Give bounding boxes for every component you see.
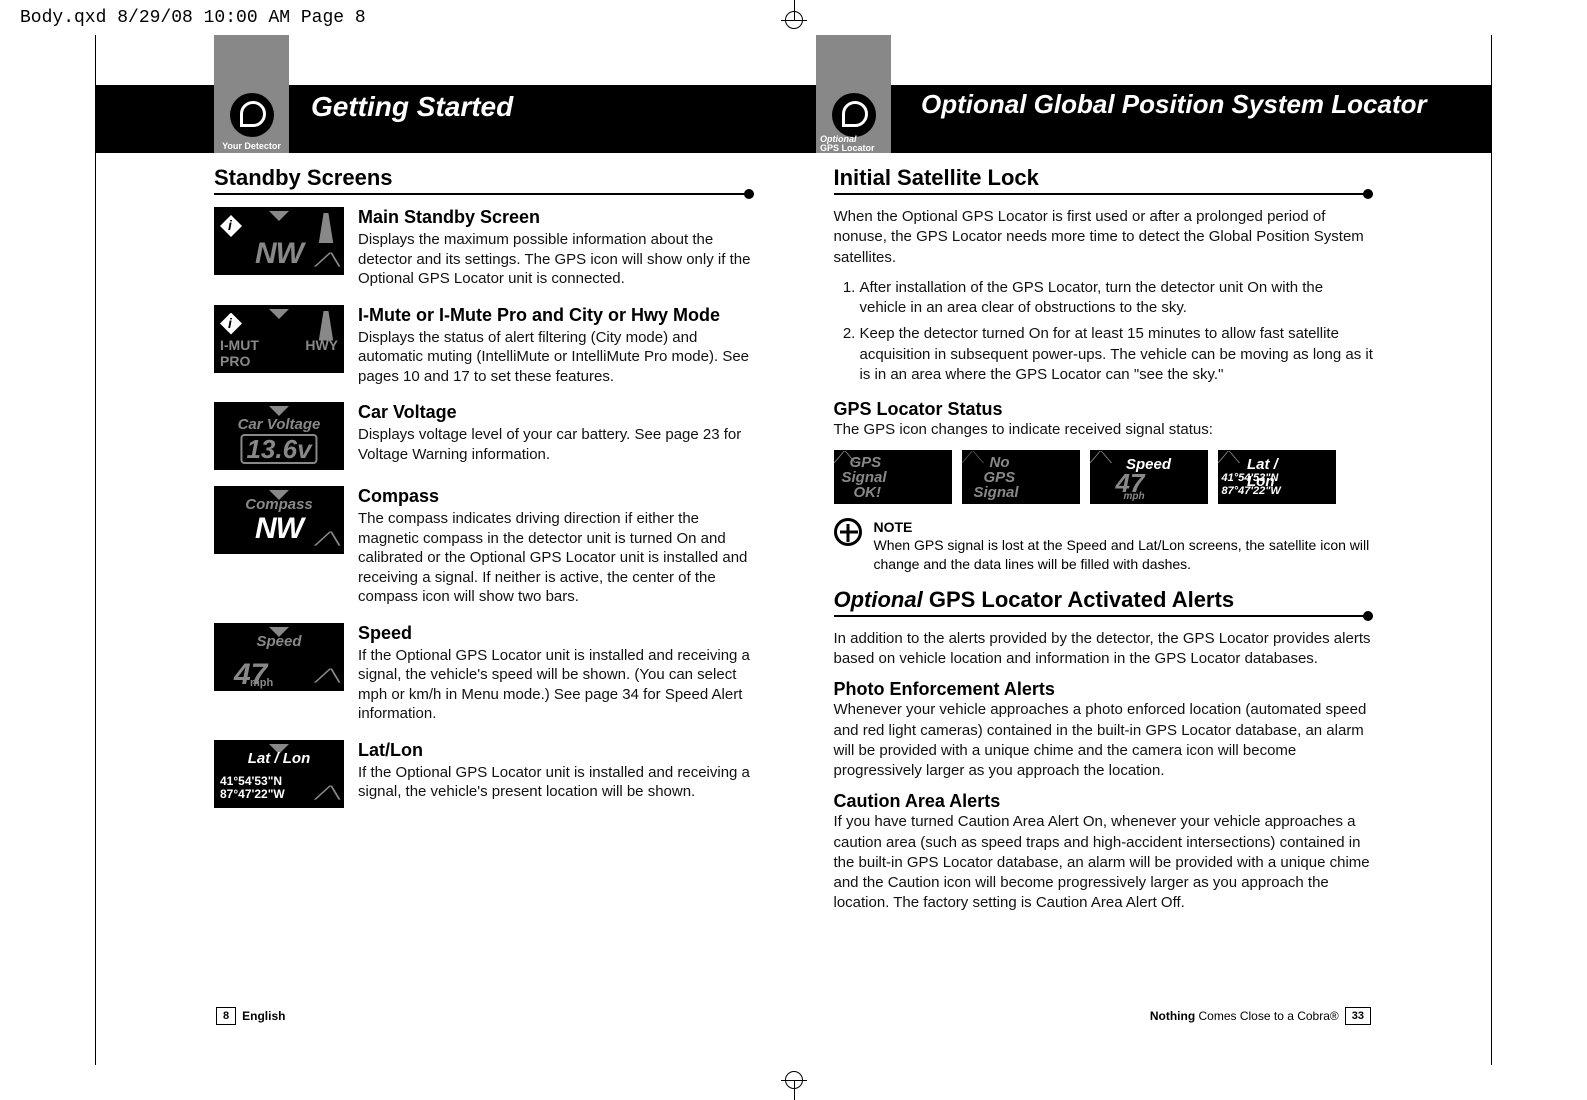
right-chapter-tab: OptionalGPS Locator bbox=[816, 35, 891, 153]
photo-enforcement-heading: Photo Enforcement Alerts bbox=[834, 679, 1374, 700]
note-block: NOTE When GPS signal is lost at the Spee… bbox=[834, 518, 1374, 573]
gps-status-screens: GPS Signal OK! ⟋⟍ No GPS Signal ⟋⟍ Speed… bbox=[834, 450, 1374, 504]
imute-lcd: I-MUT PRO HWY bbox=[214, 305, 344, 373]
latlon-item: Lat / Lon 41°54'53"N87°47'22"W ⟋⟍ Lat/Lo… bbox=[214, 740, 754, 808]
caution-area-heading: Caution Area Alerts bbox=[834, 791, 1374, 812]
voltage-hdr: Car Voltage bbox=[214, 416, 344, 433]
crop-mark-bottom bbox=[764, 1070, 824, 1100]
voltage-item: Car Voltage 13.6v Car Voltage Displays v… bbox=[214, 402, 754, 470]
imut-label: I-MUT bbox=[220, 337, 259, 353]
page-number-right: 33 bbox=[1345, 1007, 1371, 1025]
activated-alerts-heading: Optional GPS Locator Activated Alerts bbox=[834, 587, 1374, 617]
left-chapter-title: Getting Started bbox=[311, 91, 513, 123]
step-2: Keep the detector turned On for at least… bbox=[860, 324, 1374, 385]
latlon-lcd: Lat / Lon 41°54'53"N87°47'22"W ⟋⟍ bbox=[214, 740, 344, 808]
footer-left: 8 English bbox=[216, 1007, 285, 1025]
down-arrow-icon bbox=[269, 406, 289, 416]
latlon-coords: 41°54'53"N87°47'22"W bbox=[220, 775, 285, 801]
latlon-title: Lat/Lon bbox=[358, 740, 754, 761]
down-arrow-icon bbox=[269, 309, 289, 319]
voltage-value: 13.6v bbox=[240, 434, 317, 464]
satellite-icon: ⟋⟍ bbox=[315, 529, 340, 550]
right-tab-label: OptionalGPS Locator bbox=[816, 135, 891, 153]
photo-enforcement-body: Whenever your vehicle approaches a photo… bbox=[834, 700, 1374, 781]
main-standby-lcd: NW ⟋⟍ bbox=[214, 207, 344, 275]
imute-title: I-Mute or I-Mute Pro and City or Hwy Mod… bbox=[358, 305, 754, 326]
main-standby-body: Displays the maximum possible informatio… bbox=[358, 230, 754, 289]
note-icon bbox=[834, 518, 862, 546]
speed-unit: mph bbox=[250, 677, 273, 689]
left-chapter-tab: Your Detector bbox=[214, 35, 289, 153]
no-gps-signal-lcd: No GPS Signal ⟋⟍ bbox=[962, 450, 1080, 504]
satellite-icon: ⟋⟍ bbox=[315, 783, 340, 804]
gps-status-heading: GPS Locator Status bbox=[834, 399, 1374, 420]
compass-body: The compass indicates driving direction … bbox=[358, 509, 754, 607]
satellite-icon: ⟋⟍ bbox=[315, 250, 340, 271]
caution-area-body: If you have turned Caution Area Alert On… bbox=[834, 812, 1374, 913]
gps-signal-ok-lcd: GPS Signal OK! ⟋⟍ bbox=[834, 450, 952, 504]
activated-alerts-intro: In addition to the alerts provided by th… bbox=[834, 629, 1374, 670]
speed-title: Speed bbox=[358, 623, 754, 644]
right-column: Initial Satellite Lock When the Optional… bbox=[834, 165, 1374, 1005]
right-chapter-title: Optional Global Position System Locator bbox=[921, 91, 1427, 117]
standby-screens-heading: Standby Screens bbox=[214, 165, 754, 195]
gps-status-intro: The GPS icon changes to indicate receive… bbox=[834, 420, 1374, 440]
compass-lcd: Compass NW ⟋⟍ bbox=[214, 486, 344, 554]
speed-item: Speed 47 mph ⟋⟍ Speed If the Optional GP… bbox=[214, 623, 754, 724]
satellite-icon: ⟋⟍ bbox=[315, 666, 340, 687]
detector-icon bbox=[230, 93, 274, 137]
compass-hdr: Compass bbox=[214, 496, 344, 513]
sat-lock-intro: When the Optional GPS Locator is first u… bbox=[834, 207, 1374, 268]
voltage-lcd: Car Voltage 13.6v bbox=[214, 402, 344, 470]
compass-title: Compass bbox=[358, 486, 754, 507]
sat-lock-steps: After installation of the GPS Locator, t… bbox=[834, 278, 1374, 385]
speed-status-lcd: Speed 47 mph ⟋⟍ bbox=[1090, 450, 1208, 504]
footer-slogan: Nothing Comes Close to a Cobra® bbox=[1150, 1009, 1339, 1023]
footer-language: English bbox=[242, 1009, 285, 1023]
info-icon bbox=[220, 313, 242, 335]
pro-label: PRO bbox=[220, 353, 250, 369]
page-frame: Your Detector OptionalGPS Locator Gettin… bbox=[95, 35, 1492, 1065]
voltage-title: Car Voltage bbox=[358, 402, 754, 423]
latlon-hdr: Lat / Lon bbox=[214, 750, 344, 767]
main-standby-title: Main Standby Screen bbox=[358, 207, 754, 228]
compass-item: Compass NW ⟋⟍ Compass The compass indica… bbox=[214, 486, 754, 607]
step-1: After installation of the GPS Locator, t… bbox=[860, 278, 1374, 319]
page-number-left: 8 bbox=[216, 1007, 236, 1025]
main-standby-item: NW ⟋⟍ Main Standby Screen Displays the m… bbox=[214, 207, 754, 289]
hwy-label: HWY bbox=[305, 337, 338, 353]
speed-hdr: Speed bbox=[214, 633, 344, 650]
speed-lcd: Speed 47 mph ⟋⟍ bbox=[214, 623, 344, 691]
down-arrow-icon bbox=[269, 211, 289, 221]
left-tab-label: Your Detector bbox=[214, 141, 289, 151]
latlon-body: If the Optional GPS Locator unit is inst… bbox=[358, 763, 754, 802]
footer-right: Nothing Comes Close to a Cobra® 33 bbox=[1150, 1007, 1371, 1025]
info-icon bbox=[220, 215, 242, 237]
print-job-header: Body.qxd 8/29/08 10:00 AM Page 8 bbox=[0, 0, 1587, 36]
left-column: Standby Screens NW ⟋⟍ Main Standby Scree… bbox=[214, 165, 754, 1005]
voltage-body: Displays voltage level of your car batte… bbox=[358, 425, 754, 464]
gps-locator-icon bbox=[832, 93, 876, 137]
note-text: NOTE When GPS signal is lost at the Spee… bbox=[874, 518, 1374, 573]
imute-body: Displays the status of alert filtering (… bbox=[358, 328, 754, 387]
speed-body: If the Optional GPS Locator unit is inst… bbox=[358, 646, 754, 724]
imute-item: I-MUT PRO HWY I-Mute or I-Mute Pro and C… bbox=[214, 305, 754, 387]
latlon-status-lcd: Lat / Lon 41°54'53"N 87°47'22"W ⟋⟍ bbox=[1218, 450, 1336, 504]
initial-satellite-lock-heading: Initial Satellite Lock bbox=[834, 165, 1374, 195]
